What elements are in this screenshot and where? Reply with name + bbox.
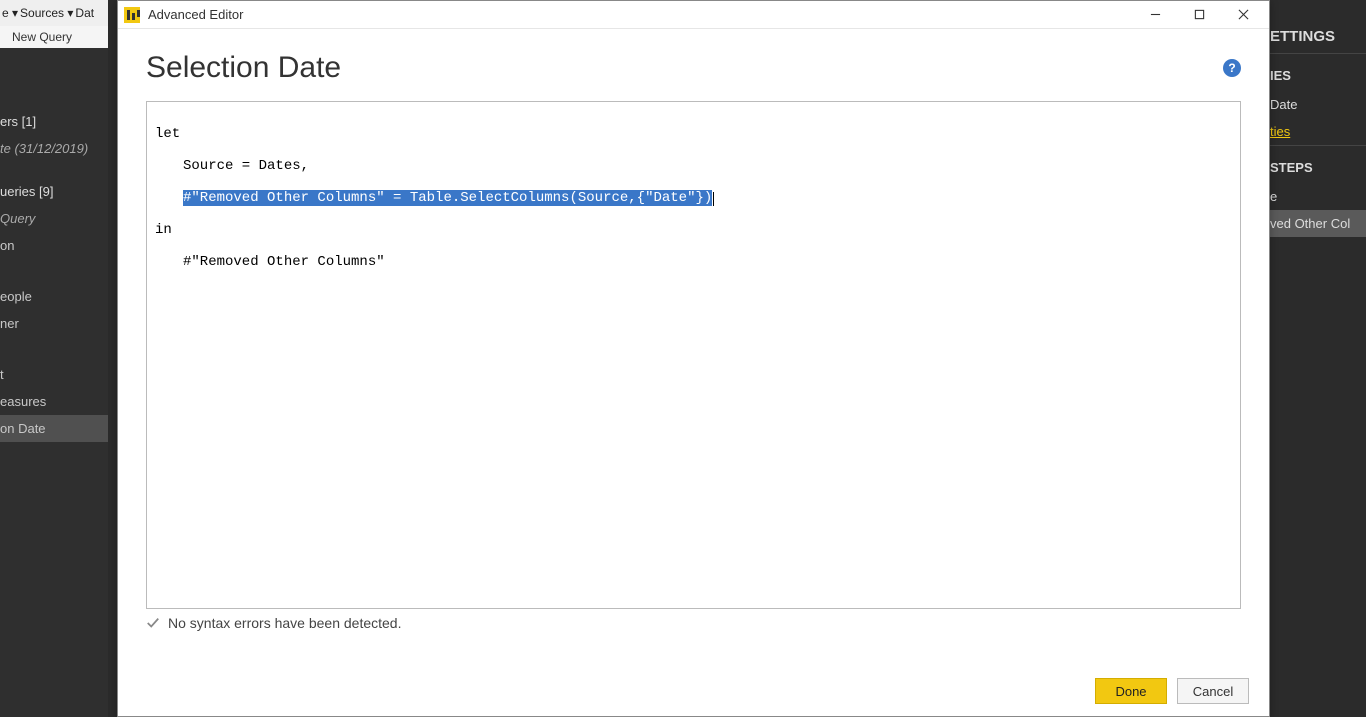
ribbon-fragment: e ▾ Sources ▾ Dat: [0, 0, 108, 26]
code-line[interactable]: Source = Dates,: [155, 158, 1232, 174]
menu-item[interactable]: e ▾: [2, 6, 18, 20]
menu-item[interactable]: Dat: [75, 6, 94, 20]
advanced-editor-dialog: Advanced Editor Selection Date ? let Sou…: [117, 0, 1270, 717]
applied-step[interactable]: e: [1270, 183, 1366, 210]
syntax-status: No syntax errors have been detected.: [146, 615, 1241, 631]
maximize-button[interactable]: [1177, 2, 1221, 28]
dialog-title: Advanced Editor: [148, 7, 243, 22]
close-button[interactable]: [1221, 2, 1265, 28]
powerbi-icon: [124, 7, 140, 23]
query-settings-header: ETTINGS: [1270, 0, 1366, 53]
background-left-panel: e ▾ Sources ▾ Dat New Query ers [1] te (…: [0, 0, 108, 717]
m-code-editor[interactable]: let Source = Dates, #"Removed Other Colu…: [146, 101, 1241, 609]
cancel-button[interactable]: Cancel: [1177, 678, 1249, 704]
query-item[interactable]: t: [0, 361, 108, 388]
code-line[interactable]: let: [155, 126, 1232, 142]
query-name-heading: Selection Date: [146, 51, 341, 85]
dialog-titlebar: Advanced Editor: [118, 1, 1269, 29]
applied-steps-header: STEPS: [1270, 145, 1366, 183]
query-item[interactable]: eople: [0, 283, 108, 310]
selected-text: #"Removed Other Columns" = Table.SelectC…: [183, 190, 712, 206]
all-properties-link[interactable]: ties: [1270, 118, 1366, 145]
code-line[interactable]: #"Removed Other Columns": [155, 254, 1232, 270]
menu-item[interactable]: Sources ▾: [20, 6, 73, 20]
check-icon: [146, 616, 160, 630]
minimize-button[interactable]: [1133, 2, 1177, 28]
properties-header: IES: [1270, 53, 1366, 91]
background-right-panel: ETTINGS IES Date ties STEPS e ved Other …: [1270, 0, 1366, 717]
query-name-value: Date: [1270, 91, 1366, 118]
query-item[interactable]: Query: [0, 205, 108, 232]
code-line[interactable]: in: [155, 222, 1232, 238]
done-button[interactable]: Done: [1095, 678, 1167, 704]
query-item[interactable]: te (31/12/2019): [0, 135, 108, 162]
new-query-label[interactable]: New Query: [0, 26, 108, 48]
query-item[interactable]: ner: [0, 310, 108, 337]
status-text: No syntax errors have been detected.: [168, 615, 401, 631]
text-caret: [713, 192, 714, 206]
applied-step-selected[interactable]: ved Other Col: [1270, 210, 1366, 237]
queries-group-header: ers [1]: [0, 108, 108, 135]
queries-group-header: ueries [9]: [0, 178, 108, 205]
code-line-selected[interactable]: #"Removed Other Columns" = Table.SelectC…: [155, 190, 1232, 206]
query-item[interactable]: easures: [0, 388, 108, 415]
query-item[interactable]: on: [0, 232, 108, 259]
query-item-selected[interactable]: on Date: [0, 415, 108, 442]
help-icon[interactable]: ?: [1223, 59, 1241, 77]
dialog-heading-row: Selection Date ?: [118, 29, 1269, 89]
dialog-buttons: Done Cancel: [1095, 678, 1249, 704]
